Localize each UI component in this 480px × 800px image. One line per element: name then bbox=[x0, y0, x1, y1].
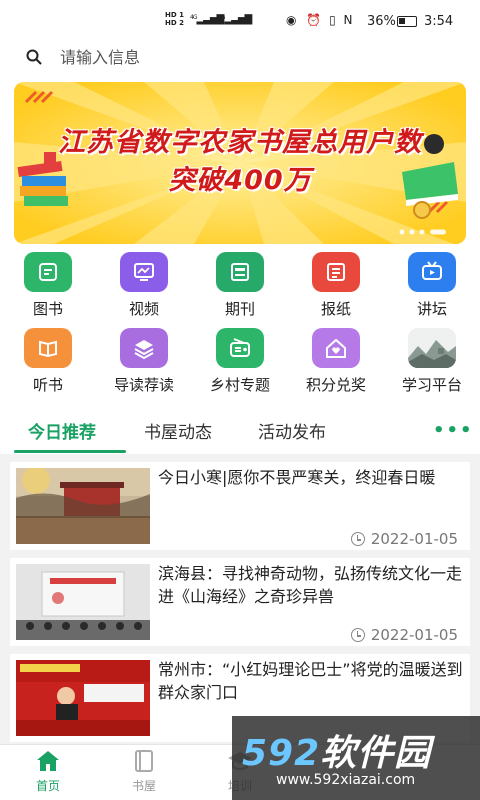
news-thumbnail bbox=[16, 564, 150, 640]
eye-icon: ◉ bbox=[286, 13, 297, 27]
grid-label: 期刊 bbox=[224, 300, 255, 318]
video-icon bbox=[120, 252, 168, 292]
signal-2-icon: 5G▂▃▅▇ bbox=[218, 14, 252, 25]
bookhouse-icon bbox=[131, 749, 157, 773]
landscape-icon bbox=[408, 328, 456, 368]
search-bar[interactable] bbox=[16, 40, 464, 74]
vibrate-icon: ▯ bbox=[329, 13, 336, 27]
news-date: 2022-01-05 bbox=[350, 626, 458, 644]
watermark-logo: 592软件园 bbox=[242, 724, 431, 776]
nfc-icon: N bbox=[343, 13, 353, 27]
grid-label: 学习平台 bbox=[401, 376, 462, 394]
radio-icon bbox=[216, 328, 264, 368]
journal-icon bbox=[216, 252, 264, 292]
news-title: 常州市：“小红妈理论巴士”将党的温暖送到群众家门口 bbox=[158, 660, 463, 702]
grid-label: 图书 bbox=[32, 300, 63, 318]
battery-icon bbox=[397, 16, 417, 27]
news-thumbnail bbox=[16, 468, 150, 544]
news-title: 今日小寒|愿你不畏严寒关，终迎春日暖 bbox=[158, 468, 436, 487]
tab-today-recommend[interactable]: 今日推荐 bbox=[28, 418, 96, 443]
news-list: 今日小寒|愿你不畏严寒关，终迎春日暖 2022-01-05 滨海县：寻找神奇动物… bbox=[0, 454, 480, 746]
status-bar: HD 1 HD 2 4G▂▃▅▇ 5G▂▃▅▇ ◉ ⏰ ▯ N 36% 3:54 bbox=[0, 0, 480, 40]
signal-2-label: 5G bbox=[218, 14, 226, 21]
clock-icon bbox=[350, 532, 365, 546]
clock-icon bbox=[350, 628, 365, 642]
hd2-label: HD 2 bbox=[165, 19, 184, 27]
watermark-url: www.592xiazai.com bbox=[276, 772, 416, 788]
grid-item-learning-platform[interactable]: 学习平台 bbox=[384, 328, 480, 395]
news-item[interactable]: 今日小寒|愿你不畏严寒关，终迎春日暖 2022-01-05 bbox=[10, 462, 470, 550]
watermark-overlay: 592软件园 www.592xiazai.com bbox=[232, 716, 480, 800]
audiobook-icon bbox=[24, 328, 72, 368]
nav-home[interactable]: 首页 bbox=[0, 749, 96, 794]
nav-label: 书屋 bbox=[131, 779, 156, 793]
status-icons: ◉ ⏰ ▯ N bbox=[286, 13, 353, 27]
hd1-label: HD 1 bbox=[165, 11, 184, 19]
stack-icon bbox=[120, 328, 168, 368]
grid-item-video[interactable]: 视频 bbox=[96, 252, 192, 319]
tab-active-indicator bbox=[14, 450, 126, 453]
content-tabs: 今日推荐 书屋动态 活动发布 ••• bbox=[0, 412, 480, 454]
grid-item-audiobook[interactable]: 听书 bbox=[0, 328, 96, 395]
watermark-suffix: 软件园 bbox=[320, 733, 432, 774]
search-icon bbox=[26, 49, 42, 65]
grid-item-rural-topics[interactable]: 乡村专题 bbox=[192, 328, 288, 395]
grid-item-books[interactable]: 图书 bbox=[0, 252, 96, 319]
hd-indicator: HD 1 HD 2 bbox=[165, 11, 184, 27]
grid-item-points-exchange[interactable]: 积分兑奖 bbox=[288, 328, 384, 395]
more-icon[interactable]: ••• bbox=[433, 420, 474, 441]
grid-item-lecture[interactable]: 讲坛 bbox=[384, 252, 480, 319]
grid-item-journal[interactable]: 期刊 bbox=[192, 252, 288, 319]
news-thumbnail bbox=[16, 660, 150, 736]
gift-home-icon bbox=[312, 328, 360, 368]
promo-banner[interactable]: 江苏省数字农家书屋总用户数 突破400万 bbox=[14, 82, 466, 244]
news-item[interactable]: 滨海县：寻找神奇动物，弘扬传统文化一走进《山海经》之奇珍异兽 2022-01-0… bbox=[10, 558, 470, 646]
newspaper-icon bbox=[312, 252, 360, 292]
alarm-icon: ⏰ bbox=[306, 13, 322, 27]
grid-label: 讲坛 bbox=[416, 300, 447, 318]
grid-label: 报纸 bbox=[320, 300, 351, 318]
tv-icon bbox=[408, 252, 456, 292]
news-date-text: 2022-01-05 bbox=[370, 626, 458, 644]
news-date-text: 2022-01-05 bbox=[370, 530, 458, 548]
search-input[interactable] bbox=[60, 47, 420, 67]
news-date: 2022-01-05 bbox=[350, 530, 458, 548]
signal-1-label: 4G bbox=[190, 14, 198, 21]
home-icon bbox=[35, 749, 61, 773]
nav-bookhouse[interactable]: 书屋 bbox=[96, 749, 192, 794]
grid-item-reading-guide[interactable]: 导读荐读 bbox=[96, 328, 192, 395]
grid-label: 听书 bbox=[32, 376, 63, 394]
watermark-prefix: 592 bbox=[242, 733, 321, 774]
banner-title-line2: 突破400万 bbox=[168, 165, 312, 196]
clock-time: 3:54 bbox=[424, 14, 454, 29]
grid-label: 视频 bbox=[128, 300, 159, 318]
nav-label: 首页 bbox=[35, 779, 60, 793]
grid-label: 导读荐读 bbox=[113, 376, 174, 394]
grid-item-newspaper[interactable]: 报纸 bbox=[288, 252, 384, 319]
book-icon bbox=[24, 252, 72, 292]
tab-activity-publish[interactable]: 活动发布 bbox=[258, 418, 326, 443]
tab-bookhouse-news[interactable]: 书屋动态 bbox=[144, 418, 212, 443]
news-title: 滨海县：寻找神奇动物，弘扬传统文化一走进《山海经》之奇珍异兽 bbox=[158, 564, 463, 606]
grid-label: 乡村专题 bbox=[209, 376, 270, 394]
battery-percent: 36% bbox=[367, 14, 396, 29]
banner-title-line1: 江苏省数字农家书屋总用户数 bbox=[58, 127, 422, 158]
grid-label: 积分兑奖 bbox=[305, 376, 366, 394]
